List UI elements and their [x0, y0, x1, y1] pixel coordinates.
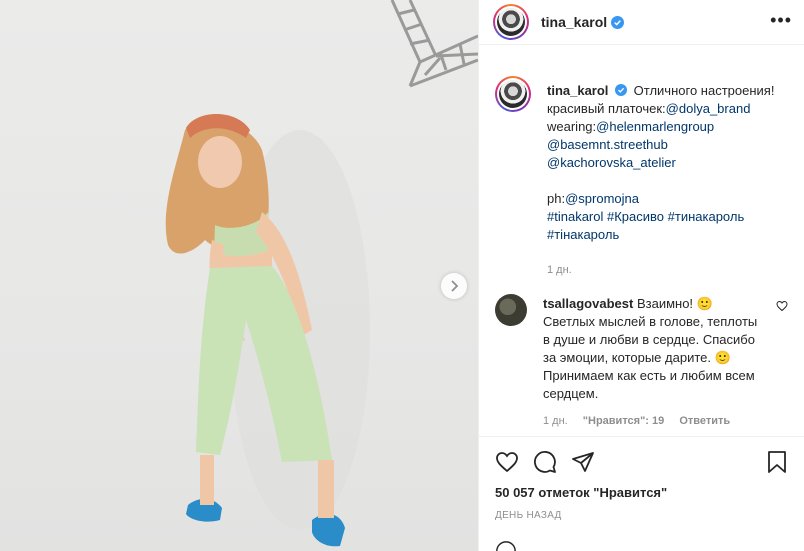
- comment-text: tsallagovabest Взаимно! 🙂 Светлых мыслей…: [543, 295, 765, 403]
- mention-spromojna[interactable]: @spromojna: [565, 191, 639, 206]
- action-icons: [495, 447, 788, 477]
- chevron-right-icon: [451, 280, 459, 292]
- post-date[interactable]: День назад: [495, 510, 788, 521]
- caption-username[interactable]: tina_karol: [547, 83, 608, 98]
- save-button[interactable]: [766, 450, 788, 474]
- more-options-button[interactable]: •••: [770, 11, 792, 33]
- comment-time[interactable]: 1 дн.: [543, 415, 568, 427]
- bookmark-icon: [768, 451, 786, 473]
- comment-likes[interactable]: "Нравится": 19: [583, 415, 664, 427]
- post-actions: 50 057 отметок "Нравится" День назад: [479, 436, 804, 521]
- commenter-avatar[interactable]: [495, 294, 527, 326]
- comments-section: tina_karol Отличного настроения! красивы…: [479, 46, 804, 436]
- hashtag-tinakarol-ru[interactable]: #тинакароль: [668, 209, 745, 224]
- caption-text: tina_karol Отличного настроения! красивы…: [547, 82, 774, 244]
- mention-helenmarlen[interactable]: @helenmarlengroup: [596, 119, 714, 134]
- like-comment-heart-icon[interactable]: [776, 300, 788, 312]
- post-photo[interactable]: [0, 0, 478, 551]
- caption-line3-prefix: wearing:: [547, 119, 597, 134]
- comment-button[interactable]: [533, 450, 557, 474]
- hashtag-tinakarol-ua[interactable]: #тінакароль: [547, 227, 619, 242]
- comment-meta: 1 дн. "Нравится": 19 Ответить: [543, 415, 765, 427]
- like-button[interactable]: [495, 450, 519, 474]
- commenter-username[interactable]: tsallagovabest: [543, 296, 633, 311]
- comment-icon: [534, 451, 556, 473]
- verified-icon: [615, 84, 628, 96]
- mention-kachorovska[interactable]: @kachorovska_atelier: [547, 155, 676, 170]
- verified-icon: [611, 15, 625, 29]
- caption-meta: 1 дн.: [547, 264, 774, 276]
- truss-graphic: [390, 0, 478, 88]
- add-comment-row[interactable]: [495, 540, 517, 551]
- author-avatar[interactable]: [493, 4, 529, 40]
- share-icon: [572, 452, 594, 472]
- post-header: tina_karol •••: [479, 0, 804, 45]
- mention-dolya[interactable]: @dolya_brand: [666, 101, 751, 116]
- heart-icon: [496, 452, 518, 473]
- caption-ph-prefix: ph:: [547, 191, 566, 206]
- comment-body: Взаимно! 🙂 Светлых мыслей в голове, тепл…: [543, 296, 758, 401]
- likes-count[interactable]: 50 057 отметок "Нравится": [495, 485, 788, 500]
- next-photo-button[interactable]: [441, 273, 467, 299]
- caption: tina_karol Отличного настроения! красивы…: [495, 76, 788, 276]
- hashtag-tinakarol[interactable]: #tinakarol: [547, 209, 603, 224]
- mention-basemnt[interactable]: @basemnt.streethub: [547, 137, 668, 152]
- emoji-icon[interactable]: [495, 540, 517, 551]
- post-side-panel: tina_karol ••• tina_karol Отличного наст…: [478, 0, 804, 551]
- caption-line1: Отличного настроения!: [633, 83, 775, 98]
- caption-line2-prefix: красивый платочек:: [547, 101, 666, 116]
- hashtag-krasivo[interactable]: #Красиво: [607, 209, 664, 224]
- photo-illustration: [165, 0, 478, 547]
- comment: tsallagovabest Взаимно! 🙂 Светлых мыслей…: [495, 294, 788, 427]
- author-username[interactable]: tina_karol: [541, 14, 607, 30]
- caption-time[interactable]: 1 дн.: [547, 264, 572, 276]
- caption-avatar[interactable]: [495, 76, 531, 112]
- comment-reply-button[interactable]: Ответить: [679, 415, 730, 427]
- share-button[interactable]: [571, 450, 595, 474]
